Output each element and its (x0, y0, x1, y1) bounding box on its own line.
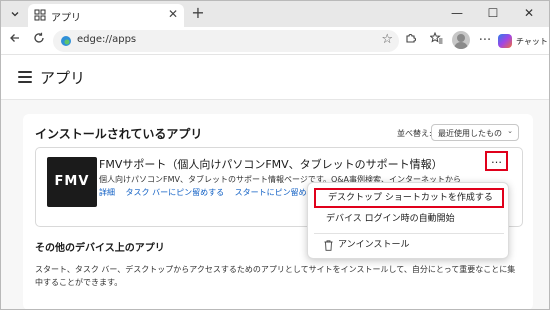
menu-item-label: デバイス ログイン時の自動開始 (326, 214, 455, 224)
menu-item-label: アンインストール (338, 240, 410, 250)
chevron-down-icon: ⌄ (507, 127, 513, 135)
tab-apps[interactable]: アプリ ✕ (28, 4, 184, 27)
close-tab-icon[interactable]: ✕ (168, 7, 178, 21)
details-link[interactable]: 詳細 (99, 188, 115, 197)
puzzle-icon (406, 34, 416, 43)
minimize-button[interactable]: — (439, 3, 475, 23)
tab-title: アプリ (51, 13, 81, 24)
sort-dropdown[interactable]: 最近使用したもの ⌄ (431, 124, 519, 141)
app-context-menu: デスクトップ ショートカットを作成する デバイス ログイン時の自動開始 アンイン… (307, 182, 509, 259)
back-button[interactable] (5, 31, 25, 51)
address-text: edge://apps (77, 34, 137, 45)
copilot-icon (498, 34, 512, 48)
more-options-button[interactable]: … (485, 151, 508, 171)
installed-apps-heading: インストールされているアプリ (35, 127, 203, 141)
address-bar[interactable]: edge://apps ☆ (53, 30, 399, 52)
page-header: アプリ (1, 56, 549, 100)
pin-start-link[interactable]: スタートにピン留め (235, 188, 307, 197)
maximize-button[interactable]: ☐ (475, 3, 511, 23)
other-devices-text: スタート、タスク バー、デスクトップからアクセスするためのアプリとしてサイトをイ… (35, 265, 516, 287)
favorites-button[interactable] (426, 31, 446, 51)
tab-strip: アプリ ✕ + — ☐ ✕ (1, 1, 549, 27)
profile-avatar[interactable] (452, 31, 470, 49)
trash-icon (324, 240, 333, 251)
copilot-label: チャット (516, 36, 548, 46)
menu-create-desktop-shortcut[interactable]: デスクトップ ショートカットを作成する (314, 188, 504, 208)
app-name: FMVサポート（個人向けパソコンFMV、タブレットのサポート情報） (99, 158, 443, 171)
refresh-icon (34, 32, 44, 43)
back-arrow-icon (10, 34, 19, 42)
tab-actions-button[interactable] (5, 5, 25, 23)
app-links: 詳細 タスク バーにピン留めする スタートにピン留め (99, 187, 315, 198)
close-window-button[interactable]: ✕ (511, 3, 547, 23)
extensions-button[interactable] (401, 31, 421, 51)
copilot-button[interactable]: チャット (498, 31, 548, 51)
refresh-button[interactable] (29, 31, 49, 51)
menu-hamburger-icon[interactable] (18, 71, 32, 83)
favorites-list-icon (428, 31, 442, 44)
menu-uninstall[interactable]: アンインストール (314, 236, 504, 256)
other-devices-heading: その他のデバイス上のアプリ (35, 243, 165, 254)
app-logo: FMV (47, 157, 97, 207)
menu-auto-start-on-login[interactable]: デバイス ログイン時の自動開始 (314, 210, 504, 230)
menu-item-label: デスクトップ ショートカットを作成する (328, 193, 493, 203)
sort-label: 並べ替え: (397, 129, 432, 138)
apps-grid-icon (34, 9, 46, 21)
browser-window: アプリ ✕ + — ☐ ✕ edge://apps ☆ ··· チャット アプリ… (0, 0, 550, 310)
menu-divider (314, 233, 504, 234)
edge-logo-icon (61, 36, 71, 46)
favorite-star-icon[interactable]: ☆ (381, 32, 393, 47)
chevron-down-icon (11, 12, 19, 17)
toolbar: edge://apps ☆ ··· チャット (1, 27, 549, 55)
settings-more-button[interactable]: ··· (475, 31, 495, 51)
sort-value: 最近使用したもの (438, 129, 502, 138)
page-title: アプリ (40, 69, 86, 87)
pin-taskbar-link[interactable]: タスク バーにピン留めする (126, 188, 225, 197)
new-tab-button[interactable]: + (189, 3, 207, 23)
